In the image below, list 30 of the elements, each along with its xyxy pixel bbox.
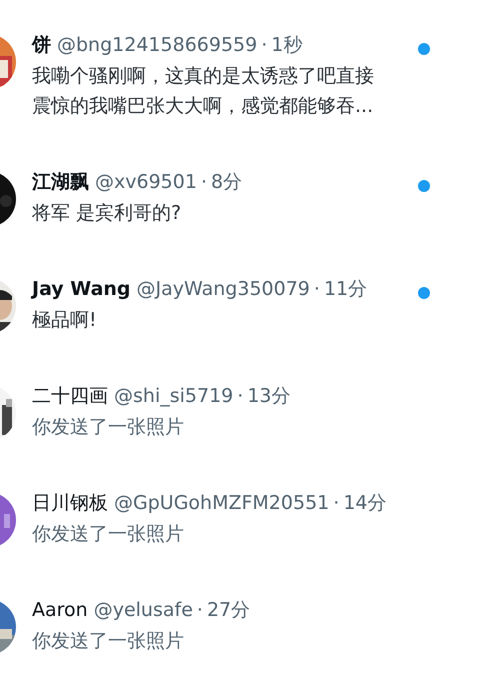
sender-name: Jay Wang <box>32 277 131 302</box>
sender-name: 二十四画 <box>32 384 108 409</box>
timestamp: 8分 <box>210 170 242 195</box>
message-preview: 将军 是宾利哥的? <box>32 201 182 226</box>
separator-dot: · <box>261 33 268 58</box>
sender-name: 饼 <box>32 33 51 58</box>
separator-dot: · <box>333 491 340 516</box>
user-handle: @shi_si5719 <box>114 384 234 409</box>
message-preview: 你发送了一张照片 <box>32 415 185 440</box>
message-preview: 極品啊! <box>32 308 98 333</box>
sender-name: 日川钢板 <box>32 491 108 516</box>
user-handle: @bng124158669559 <box>57 33 258 58</box>
message-preview: 你发送了一张照片 <box>32 522 185 547</box>
timestamp: 1秒 <box>271 33 302 58</box>
timestamp: 13分 <box>247 384 290 409</box>
separator-dot: · <box>237 384 244 409</box>
user-handle: @xv69501 <box>95 170 197 195</box>
sender-name: Aaron <box>32 598 88 623</box>
timestamp: 14分 <box>343 491 386 516</box>
user-handle: @JayWang350079 <box>136 277 310 302</box>
separator-dot: · <box>314 277 320 302</box>
timestamp: 27分 <box>206 598 250 623</box>
user-handle: @yelusafe <box>94 598 193 623</box>
message-preview: 你发送了一张照片 <box>32 629 185 654</box>
sender-name: 江湖飘 <box>32 170 89 195</box>
separator-dot: · <box>196 598 203 623</box>
timestamp: 11分 <box>324 277 368 302</box>
message-preview: 我嘞个骚刚啊，这真的是太诱惑了吧直接震惊的我嘴巴张大大啊，感觉都能够吞... <box>32 64 375 119</box>
user-handle: @GpUGohMZFM20551 <box>114 491 330 516</box>
separator-dot: · <box>200 170 207 195</box>
